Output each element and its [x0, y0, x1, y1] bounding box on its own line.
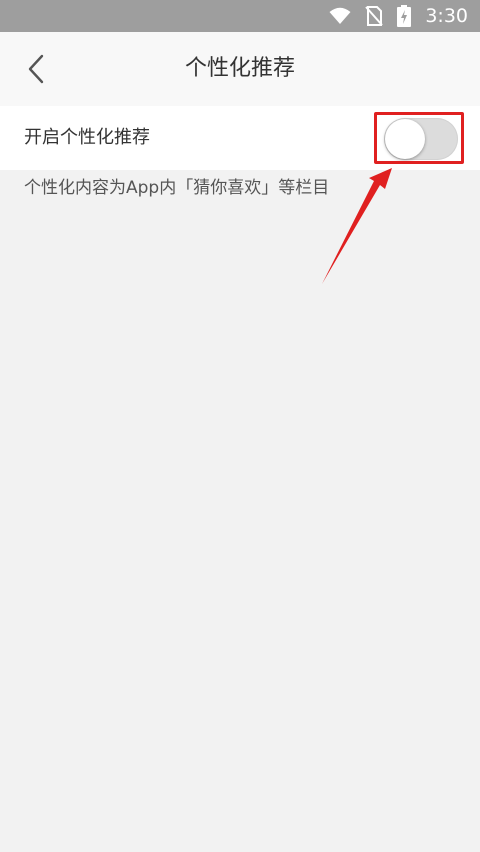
chevron-left-icon [28, 54, 44, 84]
personalized-recommendation-toggle[interactable] [384, 118, 458, 160]
setting-description: 个性化内容为App内「猜你喜欢」等栏目 [24, 178, 330, 198]
personalized-recommendation-row: 开启个性化推荐 [0, 106, 480, 170]
wifi-icon [329, 7, 351, 25]
battery-charging-icon [397, 5, 412, 27]
screen: 3:30 个性化推荐 开启个性化推荐 个性化内容为App内「猜你喜欢」等栏目 [0, 0, 480, 852]
status-bar: 3:30 [0, 0, 480, 32]
back-button[interactable] [16, 49, 56, 89]
no-sim-icon [365, 6, 384, 26]
setting-label: 开启个性化推荐 [24, 127, 150, 148]
title-bar: 个性化推荐 [0, 32, 480, 106]
page-title: 个性化推荐 [184, 56, 295, 81]
toggle-knob [385, 119, 425, 159]
status-time: 3:30 [425, 5, 468, 27]
